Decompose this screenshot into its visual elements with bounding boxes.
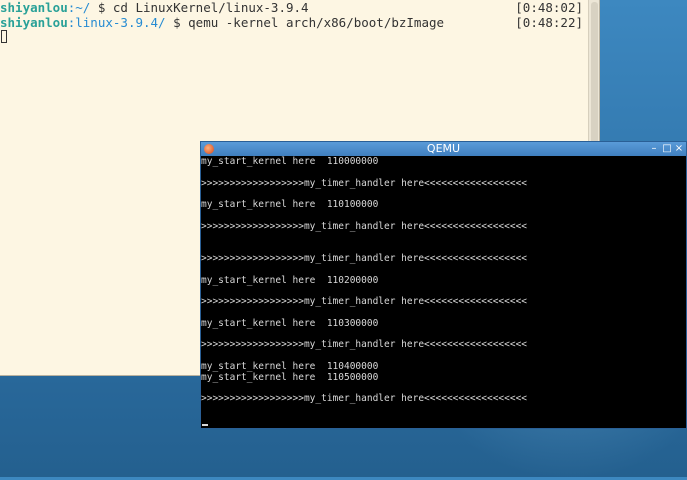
terminal-cursor: [1, 30, 7, 43]
prompt-user: shiyanlou: [0, 0, 68, 15]
console-line: my_start_kernel here 110100000: [201, 199, 379, 210]
terminal-timestamp: [0:48:22]: [515, 15, 583, 30]
terminal-command: $ cd LinuxKernel/linux-3.9.4: [90, 0, 309, 15]
console-line: >>>>>>>>>>>>>>>>>>my_timer_handler here<…: [201, 393, 528, 404]
window-title: QEMU: [426, 142, 461, 155]
console-line: my_start_kernel here 110400000: [201, 361, 379, 372]
terminal-line-1: shiyanlou:~/ $ cd LinuxKernel/linux-3.9.…: [0, 0, 309, 15]
terminal-line-2: shiyanlou:linux-3.9.4/ $ qemu -kernel ar…: [0, 15, 444, 30]
qemu-window[interactable]: QEMU – □ × my_start_kernel here 11000000…: [200, 141, 687, 429]
minimize-button[interactable]: –: [648, 142, 660, 156]
console-line: my_start_kernel here 110500000: [201, 372, 379, 383]
prompt-path: :linux-3.9.4/: [67, 15, 166, 30]
console-line: my_start_kernel here 110200000: [201, 275, 379, 286]
console-cursor: [202, 424, 208, 426]
maximize-button[interactable]: □: [661, 142, 673, 156]
terminal-command: $ qemu -kernel arch/x86/boot/bzImage: [165, 15, 445, 30]
prompt-path: :~/: [67, 0, 91, 15]
console-line: >>>>>>>>>>>>>>>>>>my_timer_handler here<…: [201, 296, 528, 307]
prompt-user: shiyanlou: [0, 15, 68, 30]
console-line: >>>>>>>>>>>>>>>>>>my_timer_handler here<…: [201, 253, 528, 264]
qemu-titlebar[interactable]: QEMU – □ ×: [201, 142, 686, 156]
qemu-display[interactable]: my_start_kernel here 110000000 >>>>>>>>>…: [201, 156, 686, 428]
console-line: >>>>>>>>>>>>>>>>>>my_timer_handler here<…: [201, 221, 528, 232]
close-button[interactable]: ×: [673, 142, 685, 156]
console-line: >>>>>>>>>>>>>>>>>>my_timer_handler here<…: [201, 339, 528, 350]
terminal-timestamp: [0:48:02]: [515, 0, 583, 15]
console-line: >>>>>>>>>>>>>>>>>>my_timer_handler here<…: [201, 178, 528, 189]
console-line: my_start_kernel here 110300000: [201, 318, 379, 329]
console-line: my_start_kernel here 110000000: [201, 156, 379, 167]
